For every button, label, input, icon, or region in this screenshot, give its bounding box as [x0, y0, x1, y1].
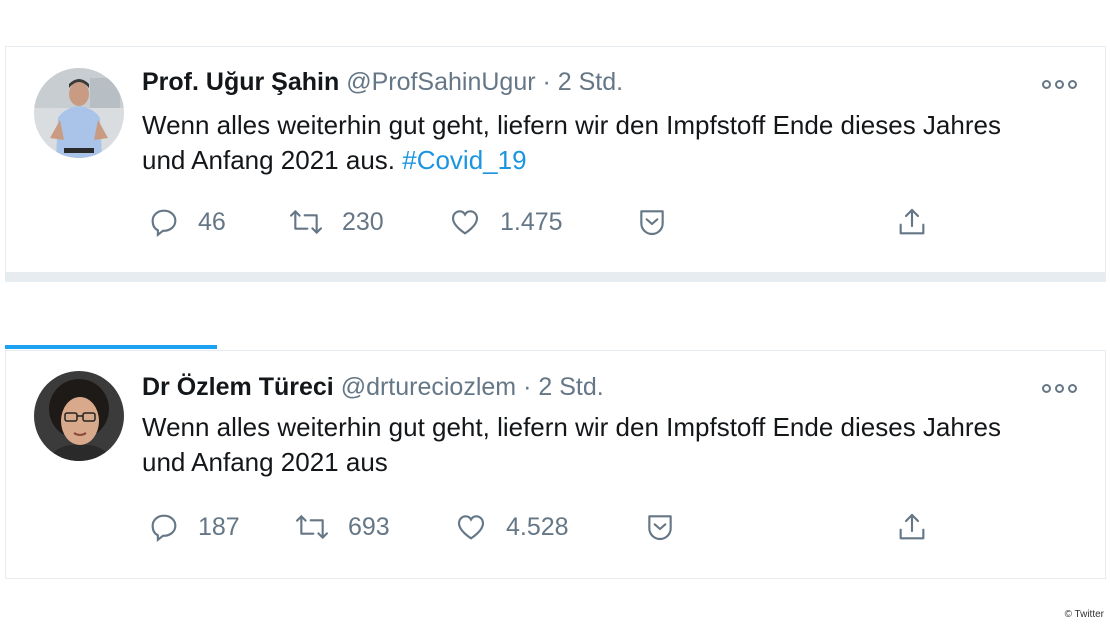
save-button[interactable] [644, 509, 676, 545]
share-button[interactable] [896, 509, 928, 545]
like-button[interactable]: 4.528 [454, 509, 569, 545]
share-icon [899, 513, 925, 540]
timestamp[interactable]: 2 Std. [558, 68, 623, 96]
retweet-button[interactable]: 693 [294, 509, 390, 545]
more-icon[interactable] [1042, 80, 1077, 89]
save-button[interactable] [636, 204, 668, 240]
timestamp[interactable]: 2 Std. [538, 373, 603, 401]
tweet-actions: 46 230 1.475 [142, 204, 925, 240]
tweet-text-body: Wenn alles weiterhin gut geht, liefern w… [142, 110, 1001, 175]
reply-icon [151, 209, 177, 238]
tweet-header: Prof. Uğur Şahin @ProfSahinUgur · 2 Std. [142, 68, 623, 97]
more-icon[interactable] [1042, 384, 1077, 393]
separator-dot: · [523, 373, 532, 401]
save-icon [648, 515, 672, 540]
like-count: 1.475 [500, 207, 563, 236]
retweet-count: 230 [342, 207, 384, 236]
retweet-icon [290, 210, 322, 234]
tweet-actions: 187 693 4.528 [142, 509, 925, 545]
reply-count: 46 [198, 207, 226, 236]
author-name[interactable]: Prof. Uğur Şahin [142, 68, 339, 96]
author-handle[interactable]: @ProfSahinUgur [346, 68, 535, 96]
tweet-header: Dr Özlem Türeci @drtureciozlem · 2 Std. [142, 373, 604, 402]
reply-button[interactable]: 187 [148, 509, 240, 545]
tweet-text: Wenn alles weiterhin gut geht, liefern w… [142, 410, 1042, 480]
like-count: 4.528 [506, 512, 569, 541]
progress-bar [5, 345, 217, 349]
author-name[interactable]: Dr Özlem Türeci [142, 373, 334, 401]
share-icon [899, 208, 925, 235]
image-credit: © Twitter [1064, 609, 1104, 620]
like-icon [457, 515, 485, 540]
like-button[interactable]: 1.475 [448, 204, 563, 240]
tweet-card[interactable]: Prof. Uğur Şahin @ProfSahinUgur · 2 Std.… [5, 46, 1106, 282]
avatar[interactable] [34, 68, 124, 158]
avatar[interactable] [34, 371, 124, 461]
hashtag-link[interactable]: #Covid_19 [402, 145, 526, 175]
reply-button[interactable]: 46 [148, 204, 226, 240]
retweet-icon [296, 515, 328, 539]
reply-icon [151, 514, 177, 543]
reply-count: 187 [198, 512, 240, 541]
retweet-button[interactable]: 230 [288, 204, 384, 240]
share-button[interactable] [896, 204, 928, 240]
tweet-card[interactable]: Dr Özlem Türeci @drtureciozlem · 2 Std. … [5, 350, 1106, 579]
save-icon [640, 210, 664, 235]
author-handle[interactable]: @drtureciozlem [341, 373, 516, 401]
retweet-count: 693 [348, 512, 390, 541]
separator-dot: · [542, 68, 551, 96]
like-icon [451, 210, 479, 235]
tweet-text: Wenn alles weiterhin gut geht, liefern w… [142, 108, 1042, 178]
tweet-text-body: Wenn alles weiterhin gut geht, liefern w… [142, 412, 1001, 477]
